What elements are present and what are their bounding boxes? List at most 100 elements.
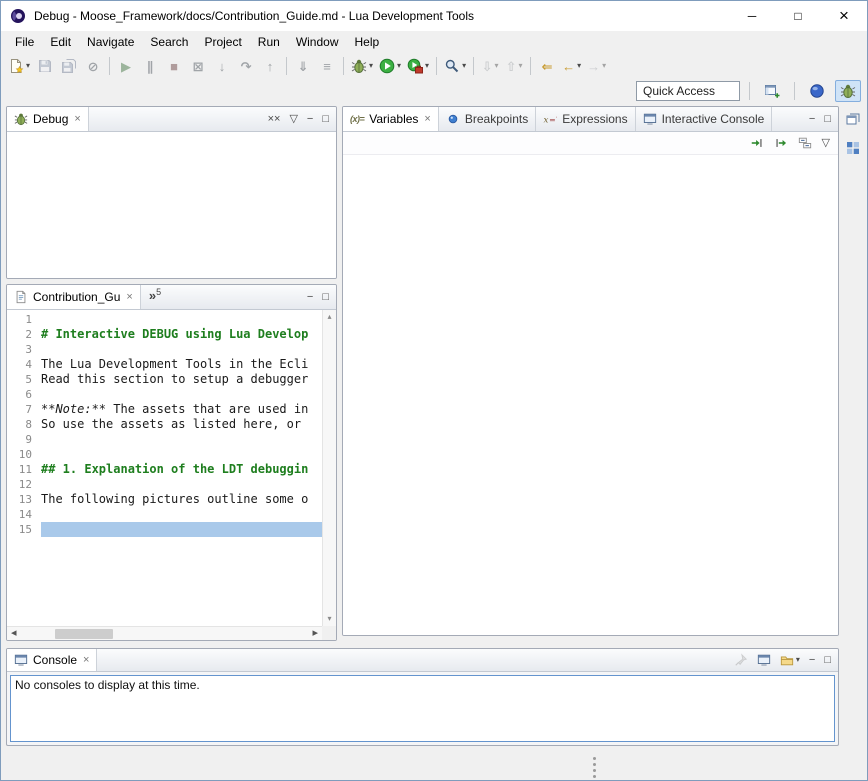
- dropdown-arrow-icon[interactable]: ▾: [462, 62, 466, 70]
- close-icon[interactable]: ×: [126, 291, 132, 303]
- menu-edit[interactable]: Edit: [42, 33, 79, 51]
- close-icon[interactable]: ×: [74, 113, 80, 125]
- minimize-view-icon[interactable]: −: [809, 114, 815, 125]
- disconnect-button[interactable]: ⊠: [186, 54, 210, 78]
- maximize-view-icon[interactable]: □: [824, 655, 831, 666]
- editor-line[interactable]: 7**Note:** The assets that are used in: [7, 402, 322, 417]
- menu-run[interactable]: Run: [250, 33, 288, 51]
- editor-line[interactable]: 9: [7, 432, 322, 447]
- scroll-left-icon[interactable]: ◂: [11, 628, 17, 639]
- use-step-filters-button[interactable]: ≡: [315, 54, 339, 78]
- debug-view-content[interactable]: [7, 132, 336, 278]
- dropdown-arrow-icon[interactable]: ▾: [26, 62, 30, 70]
- save-all-button[interactable]: [57, 54, 81, 78]
- editor-line[interactable]: 8So use the assets as listed here, or: [7, 417, 322, 432]
- editor-text-area[interactable]: 1 2# Interactive DEBUG using Lua Develop…: [7, 310, 322, 626]
- skip-all-breakpoints-button[interactable]: ⊘: [81, 54, 105, 78]
- scroll-right-icon[interactable]: ▸: [312, 628, 318, 639]
- horizontal-scrollbar[interactable]: ◂ ▸: [7, 626, 322, 640]
- menu-search[interactable]: Search: [142, 33, 196, 51]
- vertical-scrollbar[interactable]: ▴ ▾: [322, 310, 336, 626]
- back-button[interactable]: ← ▾: [559, 54, 584, 78]
- maximize-view-icon[interactable]: □: [824, 114, 831, 125]
- editor-line[interactable]: 6: [7, 387, 322, 402]
- editor-line-current[interactable]: 15: [7, 522, 322, 537]
- dropdown-arrow-icon[interactable]: ▾: [495, 62, 499, 70]
- dropdown-arrow-icon[interactable]: ▾: [369, 62, 373, 70]
- menu-window[interactable]: Window: [288, 33, 347, 51]
- scrollbar-thumb[interactable]: [55, 629, 113, 639]
- tab-console[interactable]: Console ×: [7, 649, 97, 671]
- open-console-button[interactable]: ▾: [780, 653, 800, 667]
- menu-help[interactable]: Help: [347, 33, 388, 51]
- minimize-view-icon[interactable]: −: [307, 114, 313, 125]
- editor-line[interactable]: 1: [7, 312, 322, 327]
- menu-project[interactable]: Project: [196, 33, 249, 51]
- editor-line[interactable]: 10: [7, 447, 322, 462]
- tab-debug[interactable]: Debug ×: [7, 107, 89, 131]
- quick-access-input[interactable]: Quick Access: [636, 81, 740, 101]
- window-minimize-button[interactable]: ─: [729, 1, 775, 31]
- editor-line[interactable]: 3: [7, 342, 322, 357]
- resume-button[interactable]: ▶: [114, 54, 138, 78]
- dropdown-arrow-icon[interactable]: ▾: [519, 62, 523, 70]
- restore-view-button[interactable]: [843, 109, 863, 129]
- tab-contribution-guide[interactable]: Contribution_Gu ×: [7, 285, 141, 309]
- tab-variables[interactable]: (x)= Variables ×: [343, 107, 439, 131]
- scroll-down-icon[interactable]: ▾: [327, 615, 331, 623]
- minimize-view-icon[interactable]: −: [307, 292, 313, 303]
- dropdown-arrow-icon[interactable]: ▾: [796, 656, 800, 664]
- terminate-button[interactable]: ■: [162, 54, 186, 78]
- outline-view-button[interactable]: [843, 138, 863, 158]
- step-over-button[interactable]: ↷: [234, 54, 258, 78]
- external-tools-button[interactable]: ▾: [404, 54, 432, 78]
- editor-line[interactable]: 5Read this section to setup a debugger: [7, 372, 322, 387]
- dropdown-arrow-icon[interactable]: ▾: [397, 62, 401, 70]
- search-button[interactable]: ▾: [441, 54, 469, 78]
- menu-navigate[interactable]: Navigate: [79, 33, 142, 51]
- previous-annotation-button[interactable]: ⇧ ▾: [502, 54, 526, 78]
- collapse-all-icon[interactable]: [798, 136, 812, 150]
- status-bar-grip[interactable]: [593, 757, 596, 778]
- console-output[interactable]: No consoles to display at this time.: [10, 675, 835, 742]
- suspend-button[interactable]: ∥: [138, 54, 162, 78]
- dropdown-arrow-icon[interactable]: ▾: [425, 62, 429, 70]
- scroll-up-icon[interactable]: ▴: [327, 313, 331, 321]
- show-type-names-icon[interactable]: [750, 136, 764, 150]
- tab-interactive-console[interactable]: Interactive Console: [636, 107, 773, 131]
- last-edit-location-button[interactable]: ⇐: [535, 54, 559, 78]
- display-selected-console-icon[interactable]: [757, 653, 771, 667]
- window-maximize-button[interactable]: □: [775, 1, 821, 31]
- remove-all-terminated-icon[interactable]: ××: [268, 114, 281, 125]
- close-icon[interactable]: ×: [424, 113, 430, 125]
- maximize-view-icon[interactable]: □: [322, 292, 329, 303]
- step-return-button[interactable]: ↑: [258, 54, 282, 78]
- view-menu-icon[interactable]: ▽: [822, 138, 830, 149]
- pin-console-icon[interactable]: [734, 653, 748, 667]
- show-logical-structure-icon[interactable]: [774, 136, 788, 150]
- editor-line[interactable]: 12: [7, 477, 322, 492]
- forward-button[interactable]: → ▾: [584, 54, 609, 78]
- dropdown-arrow-icon[interactable]: ▾: [602, 62, 606, 70]
- new-button[interactable]: ▾: [5, 54, 33, 78]
- tab-overflow-chevron[interactable]: » 5: [141, 285, 169, 309]
- ldt-perspective-button[interactable]: [804, 80, 830, 102]
- editor-line[interactable]: 14: [7, 507, 322, 522]
- debug-button[interactable]: ▾: [348, 54, 376, 78]
- tab-breakpoints[interactable]: Breakpoints: [439, 107, 536, 131]
- menu-file[interactable]: File: [7, 33, 42, 51]
- run-button[interactable]: ▾: [376, 54, 404, 78]
- minimize-view-icon[interactable]: −: [809, 655, 815, 666]
- debug-perspective-button[interactable]: [835, 80, 861, 102]
- editor-area[interactable]: 1 2# Interactive DEBUG using Lua Develop…: [7, 310, 336, 640]
- editor-line[interactable]: 13The following pictures outline some o: [7, 492, 322, 507]
- editor-line[interactable]: 2# Interactive DEBUG using Lua Develop: [7, 327, 322, 342]
- drop-to-frame-button[interactable]: ⇓: [291, 54, 315, 78]
- dropdown-arrow-icon[interactable]: ▾: [577, 62, 581, 70]
- variables-content[interactable]: [343, 155, 838, 635]
- editor-line[interactable]: 11## 1. Explanation of the LDT debuggin: [7, 462, 322, 477]
- next-annotation-button[interactable]: ⇩ ▾: [478, 54, 502, 78]
- maximize-view-icon[interactable]: □: [322, 114, 329, 125]
- open-perspective-button[interactable]: [759, 80, 785, 102]
- step-into-button[interactable]: ↓: [210, 54, 234, 78]
